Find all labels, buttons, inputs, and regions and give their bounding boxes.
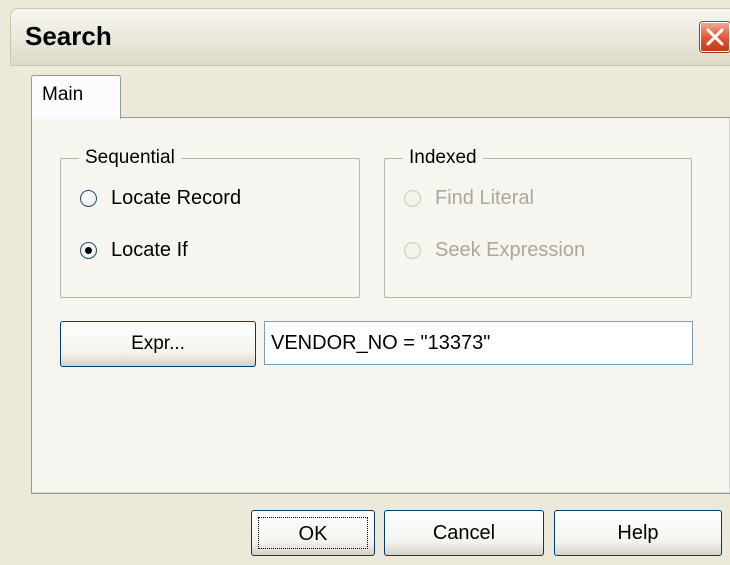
sequential-group: Sequential — [60, 148, 360, 298]
expression-builder-button[interactable]: Expr... — [60, 321, 256, 367]
indexed-legend: Indexed — [409, 147, 477, 168]
focus-rectangle: OK — [258, 517, 368, 549]
expression-builder-label: Expr... — [131, 333, 185, 354]
tab-main[interactable]: Main — [31, 75, 121, 119]
locate-record-label: Locate Record — [111, 187, 242, 209]
locate-record-radio[interactable]: Locate Record — [80, 187, 241, 210]
help-label: Help — [617, 522, 659, 544]
locate-if-radio[interactable]: Locate If — [80, 239, 188, 262]
help-button[interactable]: Help — [554, 510, 722, 556]
find-literal-radio: Find Literal — [404, 187, 534, 210]
window-border — [0, 8, 10, 565]
radio-checked-icon[interactable] — [80, 242, 97, 259]
radio-disabled-icon — [404, 242, 421, 259]
close-icon — [706, 28, 724, 46]
window-title: Search — [25, 21, 112, 51]
ok-button[interactable]: OK — [251, 510, 375, 556]
cancel-button[interactable]: Cancel — [384, 510, 544, 556]
expression-input[interactable]: VENDOR_NO = "13373" — [264, 321, 693, 365]
close-button[interactable] — [700, 22, 730, 52]
radio-unchecked-icon[interactable] — [80, 190, 97, 207]
find-literal-label: Find Literal — [435, 187, 534, 209]
seek-expression-label: Seek Expression — [435, 239, 586, 261]
cancel-label: Cancel — [432, 522, 496, 544]
search-dialog: Search Main Sequential Locate Record Loc… — [0, 0, 730, 565]
sequential-legend: Sequential — [85, 147, 175, 168]
indexed-group: Indexed — [384, 148, 692, 298]
locate-if-label: Locate If — [111, 239, 188, 261]
radio-disabled-icon — [404, 190, 421, 207]
tab-main-label: Main — [42, 84, 84, 105]
title-bar[interactable]: Search — [10, 8, 730, 66]
ok-label: OK — [298, 523, 328, 545]
seek-expression-radio: Seek Expression — [404, 239, 585, 262]
